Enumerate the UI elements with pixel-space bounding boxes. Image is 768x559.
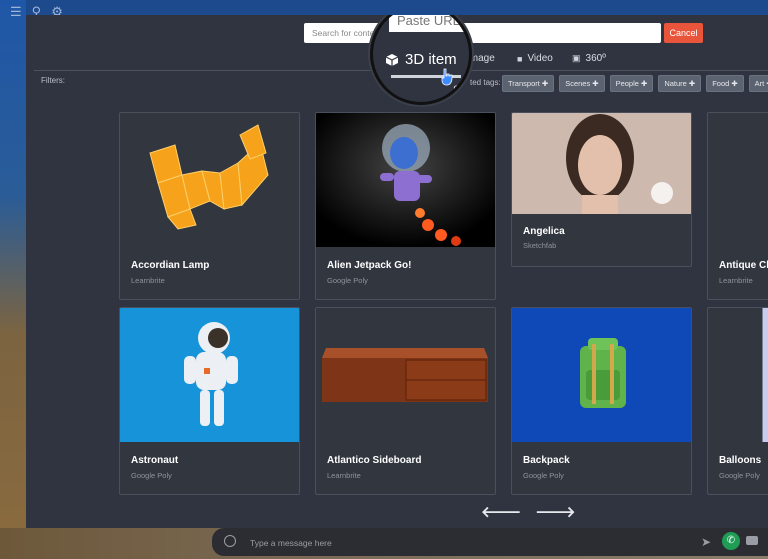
card-source: Learnbrite bbox=[131, 276, 165, 285]
prev-page-button[interactable]: 🡐 bbox=[481, 505, 521, 520]
next-page-button[interactable]: 🡒 bbox=[535, 505, 575, 520]
accordian-lamp-thumbnail bbox=[120, 113, 299, 247]
backpack-thumbnail bbox=[512, 308, 691, 442]
card-source: Google Poly bbox=[327, 276, 368, 285]
astronaut-thumbnail bbox=[120, 308, 299, 442]
card-source: Learnbrite bbox=[327, 471, 361, 480]
balloons-thumbnail bbox=[762, 308, 768, 442]
chat-message-input[interactable] bbox=[248, 533, 672, 553]
card-title: Accordian Lamp bbox=[131, 260, 210, 271]
tag-transport[interactable]: Transport ✚ bbox=[502, 75, 555, 92]
asset-card-accordian-lamp[interactable]: Accordian Lamp Learnbrite bbox=[119, 112, 300, 300]
tab-label: Video bbox=[527, 53, 553, 64]
tag-nature[interactable]: Nature ✚ bbox=[658, 75, 702, 92]
atlantico-sideboard-thumbnail bbox=[316, 308, 495, 442]
card-source: Google Poly bbox=[523, 471, 564, 480]
card-title: Backpack bbox=[523, 455, 570, 466]
alien-jetpack-thumbnail bbox=[316, 113, 495, 247]
tag-people[interactable]: People ✚ bbox=[609, 75, 654, 92]
tab-360[interactable]: ▣ 360º bbox=[572, 53, 606, 64]
zoom-magnifier: Paste URL 3D item S bbox=[370, 15, 472, 105]
asset-card-astronaut[interactable]: Astronaut Google Poly bbox=[119, 307, 300, 495]
panorama-icon: ▣ bbox=[572, 53, 581, 63]
asset-card-backpack[interactable]: Backpack Google Poly bbox=[511, 307, 692, 495]
filters-label: Filters: bbox=[41, 76, 65, 85]
tag-list: Transport ✚ Scenes ✚ People ✚ Nature ✚ F… bbox=[502, 75, 768, 92]
card-title: Angelica bbox=[523, 226, 565, 237]
send-icon[interactable]: ➤ bbox=[701, 535, 711, 549]
card-source: Sketchfab bbox=[523, 241, 557, 250]
cube-icon bbox=[385, 53, 399, 66]
search-box bbox=[304, 23, 661, 43]
paste-url-label: Paste URL bbox=[389, 15, 469, 32]
search-input[interactable] bbox=[304, 23, 661, 43]
tab-label: 3D item bbox=[405, 51, 457, 68]
tags-label: ted tags: bbox=[470, 78, 501, 87]
angelica-thumbnail bbox=[512, 113, 691, 214]
video-icon: ■ bbox=[517, 53, 523, 64]
emoji-icon[interactable] bbox=[224, 535, 236, 547]
antique-chest-thumbnail bbox=[762, 113, 768, 247]
card-title: Astronaut bbox=[131, 455, 179, 466]
cancel-button[interactable]: Cancel bbox=[664, 23, 703, 43]
asset-card-alien-jetpack[interactable]: Alien Jetpack Go! Google Poly bbox=[315, 112, 496, 300]
hand-cursor-icon bbox=[441, 68, 453, 86]
card-title: Atlantico Sideboard bbox=[327, 455, 422, 466]
tab-label: 360º bbox=[585, 53, 606, 64]
asset-card-atlantico-sideboard[interactable]: Atlantico Sideboard Learnbrite bbox=[315, 307, 496, 495]
asset-card-balloons[interactable]: Balloons Google Poly bbox=[707, 307, 768, 495]
card-title: Balloons bbox=[719, 455, 762, 466]
card-source: Google Poly bbox=[719, 471, 760, 480]
phone-icon[interactable]: ✆ bbox=[722, 532, 740, 550]
video-call-icon[interactable] bbox=[746, 536, 758, 545]
card-source: Learnbrite bbox=[719, 276, 753, 285]
menu-icon[interactable]: ☰ bbox=[10, 4, 22, 20]
card-title: Antique Ch bbox=[719, 260, 768, 271]
tag-food[interactable]: Food ✚ bbox=[706, 75, 744, 92]
content-picker-panel: Cancel Image ■ Video ▣ 360º Filters: ted… bbox=[26, 15, 768, 528]
tab-video[interactable]: ■ Video bbox=[517, 53, 553, 64]
card-source: Google Poly bbox=[131, 471, 172, 480]
asset-card-antique-chest[interactable]: Antique Ch Learnbrite bbox=[707, 112, 768, 300]
pager: 🡐 🡒 bbox=[481, 505, 575, 520]
tag-art[interactable]: Art ✚ bbox=[748, 75, 768, 92]
tab-3d-item[interactable]: 3D item bbox=[385, 51, 457, 68]
asset-card-angelica[interactable]: Angelica Sketchfab bbox=[511, 112, 692, 267]
backdrop-left bbox=[0, 0, 26, 559]
chat-bar: ➤ ✆ bbox=[212, 528, 768, 556]
card-title: Alien Jetpack Go! bbox=[327, 260, 412, 271]
tag-scenes[interactable]: Scenes ✚ bbox=[559, 75, 605, 92]
